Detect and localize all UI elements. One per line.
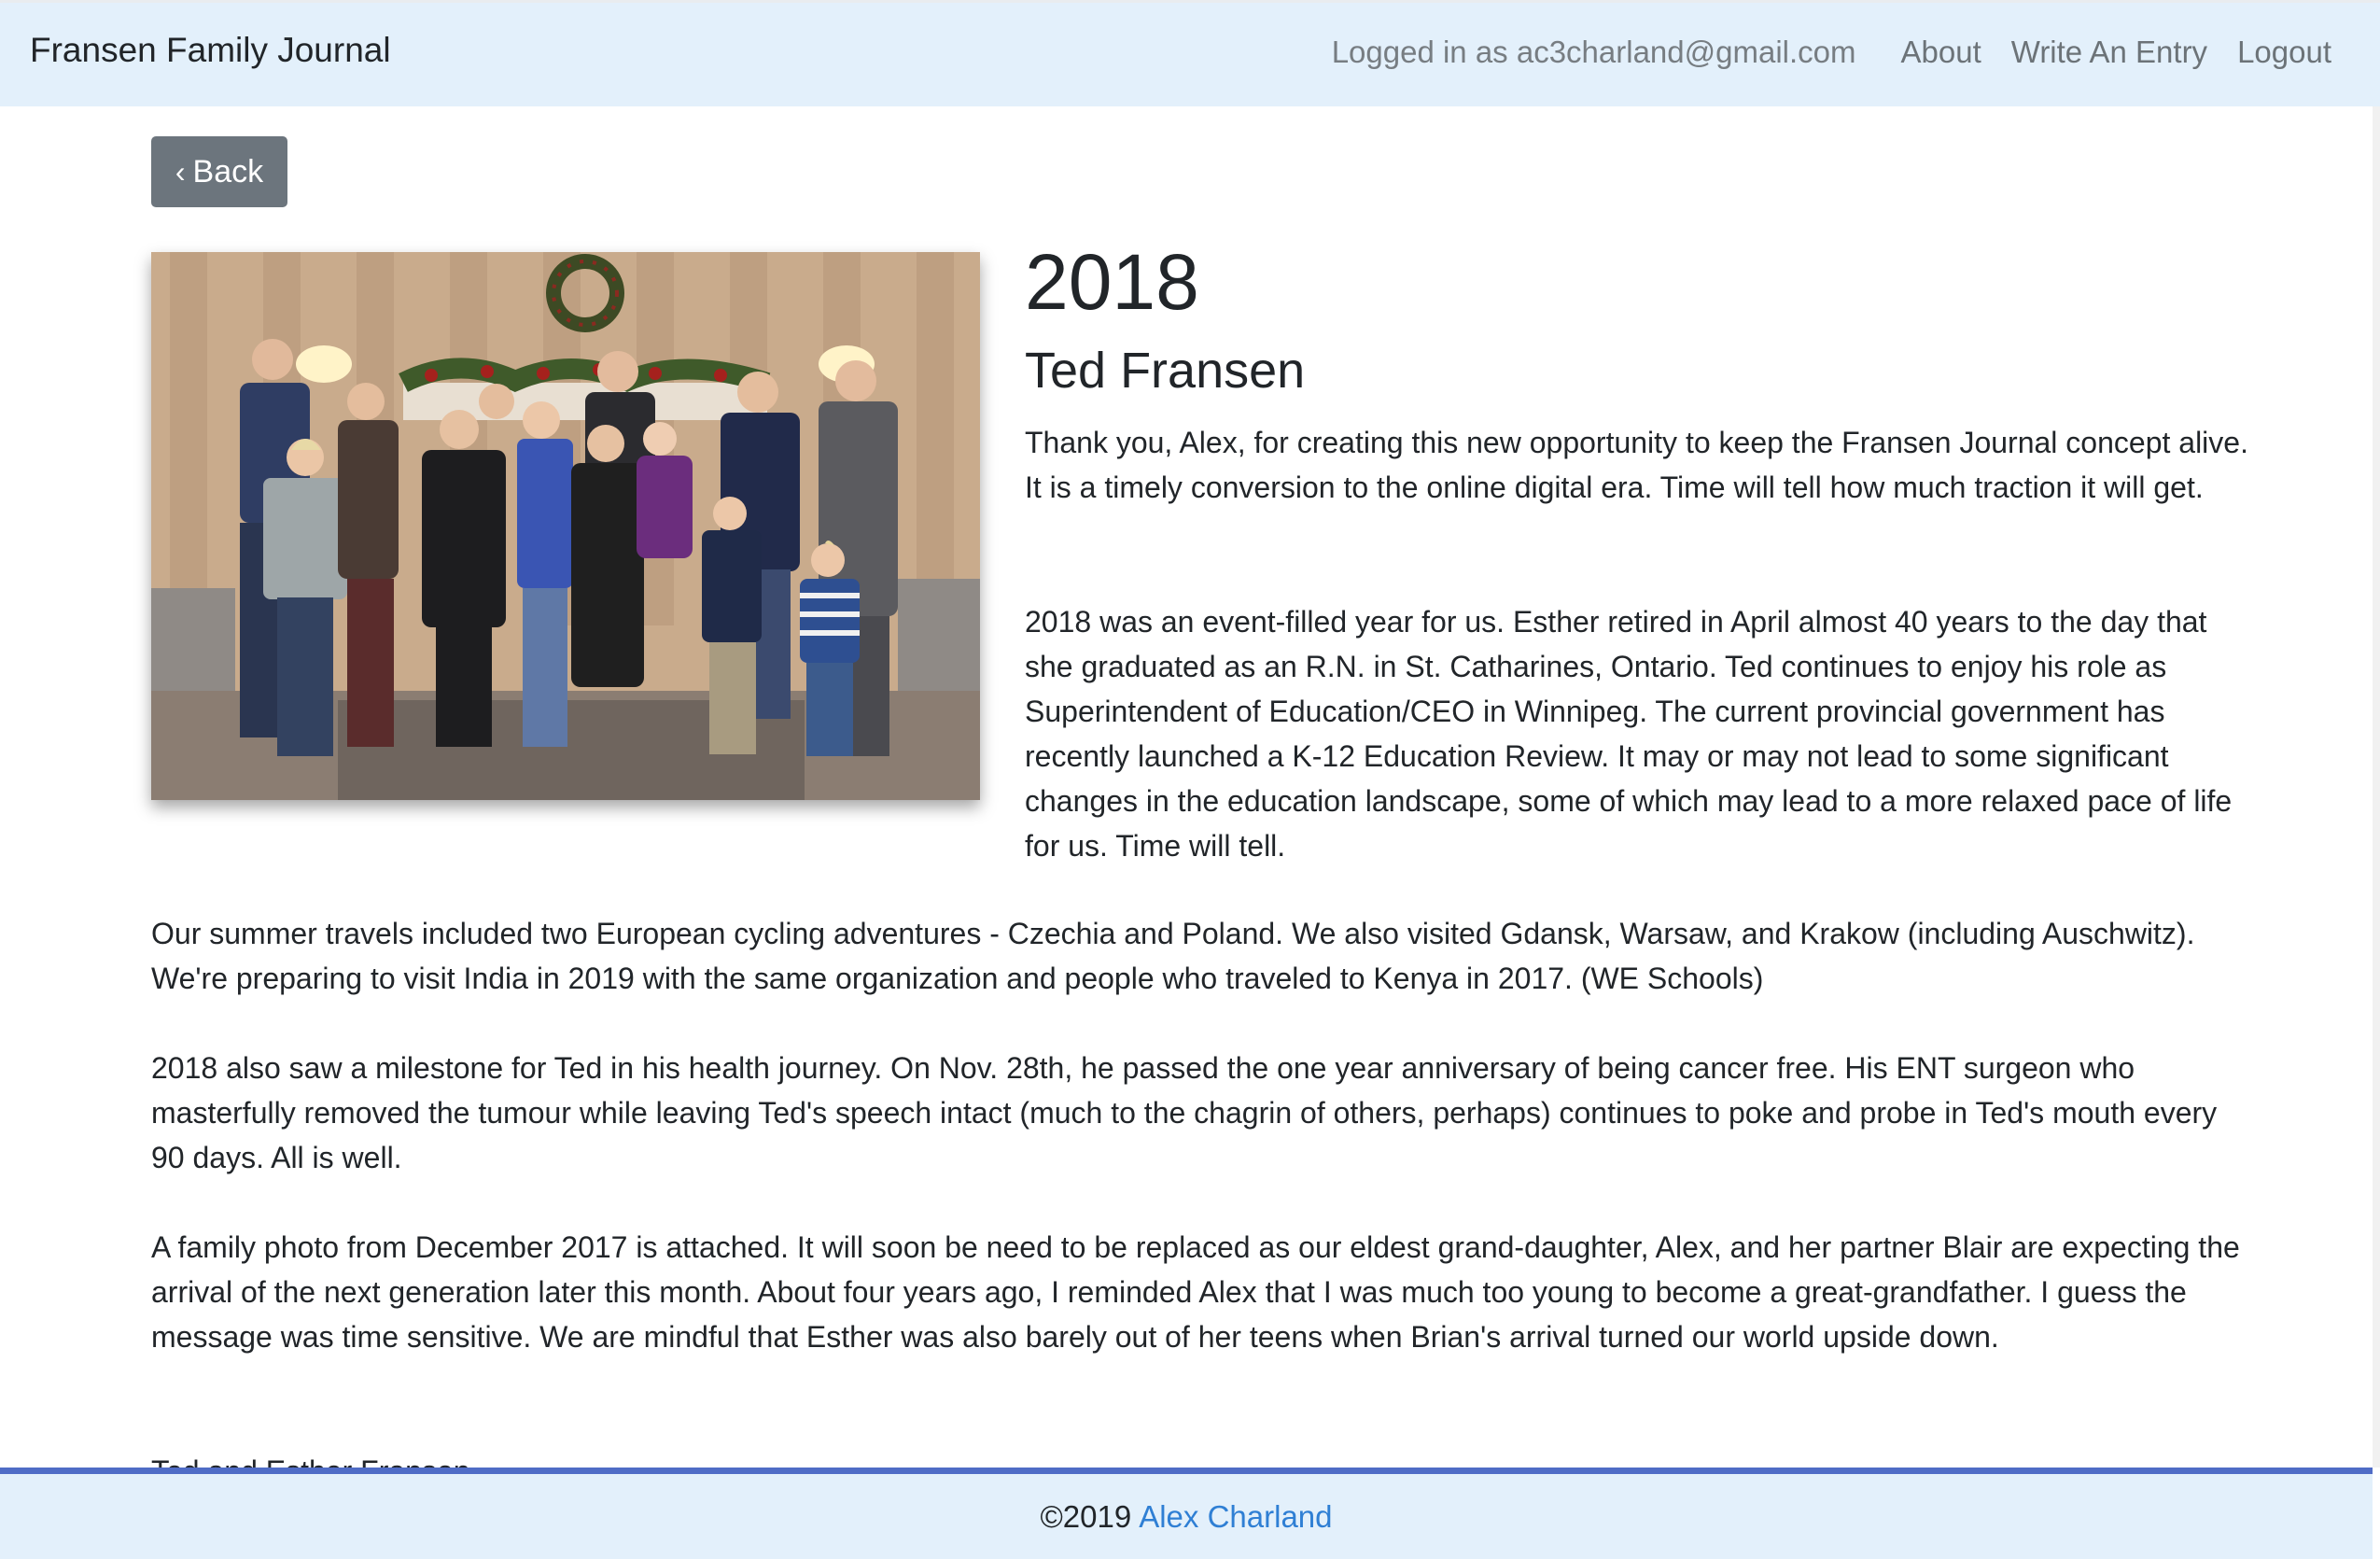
chevron-left-icon: ‹ (175, 154, 186, 189)
navbar-right: Logged in as ac3charland@gmail.com About… (1332, 35, 2331, 70)
page-footer: ©2019 Alex Charland (0, 1468, 2373, 1559)
nav-link-logout[interactable]: Logout (2237, 35, 2331, 70)
footer-copyright: ©2019 (1040, 1498, 1132, 1534)
navbar-brand[interactable]: Fransen Family Journal (30, 31, 391, 70)
family-photo (151, 252, 980, 800)
entry-paragraph: Our summer travels included two European… (151, 917, 2195, 995)
top-navbar: Fransen Family Journal Logged in as ac3c… (0, 0, 2380, 106)
logged-in-status: Logged in as ac3charland@gmail.com (1331, 35, 1856, 69)
nav-link-about[interactable]: About (1901, 35, 1981, 70)
entry-year: 2018 (1025, 238, 1199, 326)
back-button[interactable]: ‹ Back (151, 136, 287, 207)
entry-paragraph: 2018 also saw a milestone for Ted in his… (151, 1051, 2218, 1174)
entry-paragraph: Thank you, Alex, for creating this new o… (1025, 426, 2248, 504)
footer-author-link[interactable]: Alex Charland (1139, 1499, 1332, 1535)
nav-link-write-entry[interactable]: Write An Entry (2011, 35, 2207, 70)
page-scrollbar[interactable] (2373, 106, 2380, 1468)
entry-paragraph: 2018 was an event-filled year for us. Es… (1025, 605, 2233, 863)
entry-author: Ted Fransen (1025, 343, 1306, 399)
back-button-label: Back (192, 153, 264, 190)
entry-paragraph: A family photo from December 2017 is att… (151, 1230, 2240, 1354)
